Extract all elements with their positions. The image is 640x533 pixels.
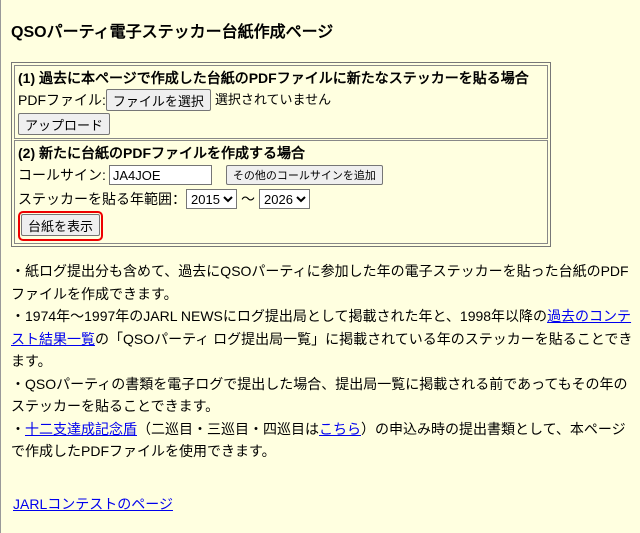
- note-2: ・1974年～1997年のJARL NEWSにログ提出局として掲載された年と、1…: [11, 305, 633, 373]
- section1-heading: (1) 過去に本ページで作成した台紙のPDFファイルに新たなステッカーを貼る場合: [18, 70, 529, 86]
- year-range-label: ステッカーを貼る年範囲：: [18, 191, 186, 207]
- form-table: (1) 過去に本ページで作成した台紙のPDFファイルに新たなステッカーを貼る場合…: [11, 62, 551, 247]
- pdf-file-label: PDFファイル:: [18, 92, 106, 108]
- add-callsign-button[interactable]: その他のコールサインを追加: [225, 165, 383, 185]
- jarl-contest-page-link[interactable]: JARLコンテストのページ: [13, 494, 173, 514]
- tilde: ～: [241, 191, 255, 207]
- note-4-bullet: ・: [11, 420, 25, 437]
- year-to-select[interactable]: 2026: [259, 189, 310, 209]
- note-4-text: （二巡目・三巡目・四巡目は: [137, 420, 319, 437]
- callsign-label: コールサイン:: [18, 167, 106, 183]
- section-new-pdf: (2) 新たに台紙のPDFファイルを作成する場合 コールサイン: その他のコール…: [14, 140, 548, 244]
- note-2-text: ・1974年～1997年のJARL NEWSにログ提出局として掲載された年と、1…: [11, 308, 548, 324]
- no-file-text: 選択されていません: [214, 92, 332, 107]
- upload-button[interactable]: アップロード: [18, 113, 111, 135]
- highlight-box: 台紙を表示: [18, 211, 104, 241]
- section2-heading: (2) 新たに台紙のPDFファイルを作成する場合: [18, 145, 305, 161]
- notes: ・紙ログ提出分も含めて、過去にQSOパーティに参加した年の電子ステッカーを貼った…: [11, 260, 633, 463]
- here-link[interactable]: こちら: [319, 421, 361, 437]
- note-2-text-end: の「QSOパーティ ログ提出局一覧」に掲載されている年のステッカーを貼ることでき…: [11, 330, 633, 370]
- callsign-input[interactable]: [108, 165, 212, 185]
- page-title: QSOパーティ電子ステッカー台紙作成ページ: [11, 24, 334, 41]
- note-4: ・十二支達成記念盾（二巡目・三巡目・四巡目はこちら）の申込み時の提出書類として、…: [11, 418, 633, 463]
- section-existing-pdf: (1) 過去に本ページで作成した台紙のPDFファイルに新たなステッカーを貼る場合…: [14, 65, 548, 139]
- show-mount-button[interactable]: 台紙を表示: [21, 214, 101, 236]
- zodiac-shield-link[interactable]: 十二支達成記念盾: [25, 421, 137, 437]
- note-1: ・紙ログ提出分も含めて、過去にQSOパーティに参加した年の電子ステッカーを貼った…: [11, 263, 629, 302]
- note-3: ・QSOパーティの書類を電子ログで提出した場合、提出局一覧に掲載される前であって…: [11, 375, 628, 415]
- year-from-select[interactable]: 2015: [186, 189, 237, 209]
- choose-file-button[interactable]: ファイルを選択: [105, 89, 211, 111]
